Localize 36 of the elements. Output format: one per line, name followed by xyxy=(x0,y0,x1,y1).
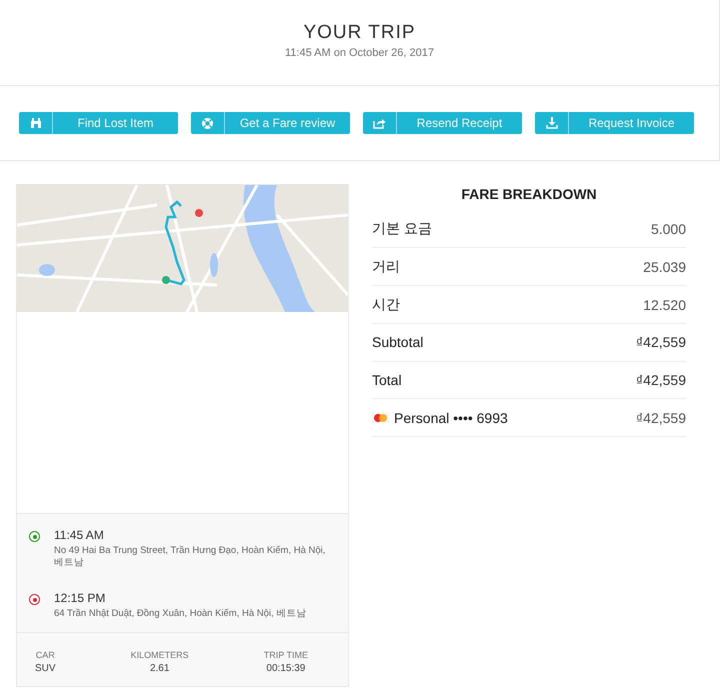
fare-label: 기본 요금 xyxy=(372,220,432,238)
share-icon xyxy=(373,117,386,129)
action-button[interactable]: Get a Fare review xyxy=(191,112,350,134)
fare-amount: 25.039 xyxy=(643,258,686,274)
stat-value: SUV xyxy=(35,663,56,674)
action-button[interactable]: Resend Receipt xyxy=(363,112,522,134)
stop-address: No 49 Hai Ba Trung Street, Trần Hưng Đạo, Hoàn Kiếm, Hà Nội, 베트남 xyxy=(54,545,326,569)
download-icon xyxy=(546,117,558,129)
fare-label: 시간 xyxy=(372,296,400,314)
stat-label: KILOMETERS xyxy=(130,650,189,660)
fare-amount: ₫42,559 xyxy=(636,410,686,426)
fare-label: 거리 xyxy=(372,258,400,276)
action-button[interactable]: Request Invoice xyxy=(535,112,694,134)
stat-label: TRIP TIME xyxy=(264,650,308,660)
action-button[interactable]: Find Lost Item xyxy=(19,112,178,134)
dropoff-marker-icon xyxy=(29,594,40,605)
stat-value: 2.61 xyxy=(150,663,170,674)
fare-amount: ₫42,559 xyxy=(636,334,686,350)
fare-label: Subtotal xyxy=(372,334,424,350)
lifebuoy-icon xyxy=(201,116,214,130)
pickup-marker-icon xyxy=(29,531,40,542)
credit-card-icon xyxy=(372,412,389,422)
fare-title: FARE BREAKDOWN xyxy=(461,186,597,202)
stop-time: 12:15 PM xyxy=(54,591,106,605)
stat-label: CAR xyxy=(36,650,55,660)
binoculars-icon xyxy=(30,117,42,129)
page-title: YOUR TRIP xyxy=(303,22,416,44)
stop-time: 11:45 AM xyxy=(54,528,105,542)
stat-value: 00:15:39 xyxy=(266,663,306,674)
stop-address: 64 Trần Nhật Duật, Đồng Xuân, Hoàn Kiếm, Hà Nội, 베트남 xyxy=(54,608,306,620)
payment-method: Personal •••• 6993 xyxy=(394,410,508,426)
trip-date: 11:45 AM on October 26, 2017 xyxy=(284,47,434,59)
fare-amount: 12.520 xyxy=(643,296,686,312)
fare-amount: 5.000 xyxy=(650,220,686,236)
fare-amount: ₫42,559 xyxy=(636,372,686,388)
fare-label: Total xyxy=(372,372,402,388)
